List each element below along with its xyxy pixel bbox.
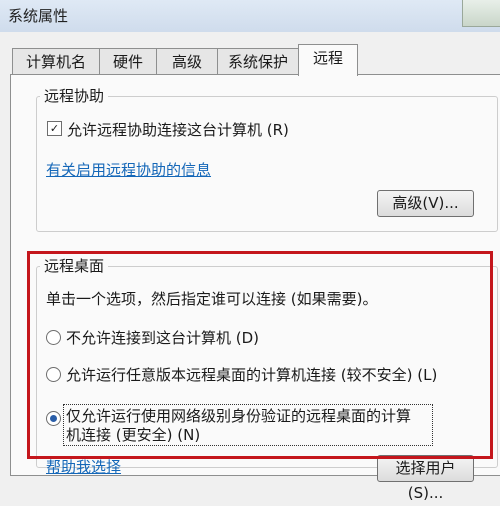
select-users-button[interactable]: 选择用户(S)... — [377, 455, 474, 502]
title-bar: 系统属性 — [0, 0, 500, 32]
tab-strip: 计算机名 硬件 高级 系统保护 远程 — [0, 44, 500, 76]
highlight-box — [27, 251, 493, 459]
allow-remote-assistance-label[interactable]: 允许远程协助连接这台计算机 (R) — [67, 119, 289, 140]
checkmark-icon: ✓ — [49, 122, 60, 135]
tab-remote[interactable]: 远程 — [298, 44, 358, 76]
tab-computer-name[interactable]: 计算机名 — [12, 48, 100, 75]
tab-advanced[interactable]: 高级 — [156, 48, 218, 75]
advanced-button[interactable]: 高级(V)... — [377, 190, 474, 217]
window-title: 系统属性 — [8, 7, 69, 25]
allow-remote-assistance-checkbox[interactable]: ✓ — [47, 121, 62, 136]
tab-system-protection[interactable]: 系统保护 — [217, 48, 299, 75]
close-button[interactable] — [462, 0, 500, 27]
remote-assistance-info-link[interactable]: 有关启用远程协助的信息 — [46, 159, 211, 180]
remote-assistance-title: 远程协助 — [40, 85, 109, 106]
tab-hardware[interactable]: 硬件 — [99, 48, 157, 75]
